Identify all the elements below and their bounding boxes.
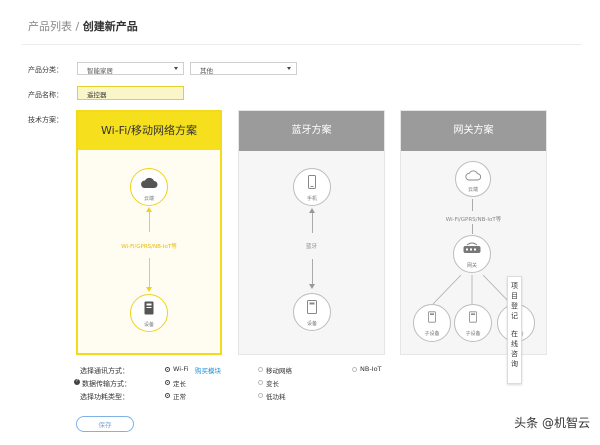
card-bluetooth-title: 蓝牙方案 [239,111,384,151]
breadcrumb-parent[interactable]: 产品列表 [28,20,72,33]
phone-label: 手机 [306,196,317,202]
arrow-down-icon [146,287,152,292]
cloud-icon [465,170,482,181]
sub-device-node-2: 子设备 [454,304,492,342]
bt-link-label: 蓝牙 [305,244,317,250]
product-name-input[interactable]: 遥控器 [77,86,184,100]
card-gateway-title: 网关方案 [401,111,546,151]
radio-normal-label: 正常 [173,393,186,401]
card-wifi-solution[interactable]: Wi-Fi/移动网络方案 云端 Wi-Fi/GPRS/NB-IoT等 设备 [76,110,222,355]
device-node: 设备 [130,294,168,332]
phone-icon [308,175,316,189]
sub-device-node-1: 子设备 [413,304,451,342]
subcategory-select[interactable]: 其他 [190,62,297,75]
card-gateway-solution[interactable]: 网关方案 云端 Wi-Fi/GPRS/NB-IoT等 网关 子设备 子设备 [400,110,547,355]
breadcrumb-separator: / [72,20,83,33]
chevron-down-icon [174,67,178,70]
device-icon [428,311,436,323]
sub-device-label-2: 子设备 [465,331,481,337]
arrow-up-icon [146,207,152,212]
arrow-up-icon [309,208,315,213]
bt-device-node: 设备 [293,293,331,331]
card-wifi-title: Wi-Fi/移动网络方案 [78,112,220,150]
radio-mobile[interactable] [258,367,263,372]
gw-link-label: Wi-Fi/GPRS/NB-IoT等 [445,217,502,223]
gateway-label: 网关 [466,263,477,269]
power-label: 选择功耗类型： [80,393,129,401]
gw-cloud-node: 云端 [455,161,491,197]
radio-variable-label: 变长 [266,380,279,388]
radio-lowpower[interactable] [258,393,263,398]
bt-line-up [312,211,313,233]
bt-line-down [312,259,313,285]
comm-label: 选择通讯方式： [80,367,129,375]
save-button[interactable]: 保存 [76,416,134,432]
radio-mobile-label: 移动网络 [266,367,292,375]
tech-label: 技术方案： [28,116,63,124]
radio-normal[interactable] [165,393,170,398]
cloud-node: 云端 [130,168,168,206]
device-label: 设备 [143,322,154,328]
cloud-label: 云端 [143,196,154,202]
watermark: 头条 @机智云 [514,416,590,430]
category-label: 产品分类： [28,66,63,74]
name-label: 产品名称： [28,91,63,99]
project-register-link[interactable]: 项目登记 [511,281,519,321]
radio-fixed[interactable] [165,380,170,385]
router-icon [463,242,481,253]
contact-float-panel: 项目登记 在线咨询 [507,276,522,384]
page-title: 创建新产品 [82,20,138,33]
radio-variable[interactable] [258,380,263,385]
chevron-down-icon [287,67,291,70]
link-line-up [149,210,150,232]
wifi-link-label: Wi-Fi/GPRS/NB-IoT等 [121,244,177,250]
help-icon[interactable]: ? [74,379,80,385]
radio-fixed-label: 定长 [173,380,186,388]
phone-node: 手机 [293,168,331,206]
radio-wifi[interactable] [165,367,170,372]
gw-cloud-label: 云端 [467,187,478,193]
gw-line-up [472,199,473,211]
radio-lowpower-label: 低功耗 [266,393,286,401]
product-name-value: 遥控器 [87,91,107,99]
card-bluetooth-solution[interactable]: 蓝牙方案 手机 蓝牙 设备 [238,110,385,355]
cloud-icon [141,177,158,188]
radio-nbiot-label: NB-IoT [360,365,382,373]
sub-device-label-1: 子设备 [424,331,440,337]
category-select[interactable]: 智能家居 [77,62,184,75]
subcategory-select-value: 其他 [200,67,213,75]
radio-wifi-label: Wi-Fi [173,365,189,373]
online-consult-link[interactable]: 在线咨询 [511,329,519,369]
link-line-down [149,258,150,288]
rate-label: 数据传输方式： [82,380,131,388]
breadcrumb: 产品列表 / 创建新产品 [28,18,138,34]
bt-device-label: 设备 [306,321,317,327]
device-icon [469,311,477,323]
category-select-value: 智能家居 [87,67,113,75]
radio-nbiot[interactable] [352,367,357,372]
arrow-down-icon [309,284,315,289]
gw-line-mid [472,224,473,234]
device-icon [144,301,154,315]
buy-module-link[interactable]: 购买模块 [195,365,221,375]
header-divider [22,44,582,45]
device-icon [307,300,317,314]
gateway-node: 网关 [453,235,491,273]
